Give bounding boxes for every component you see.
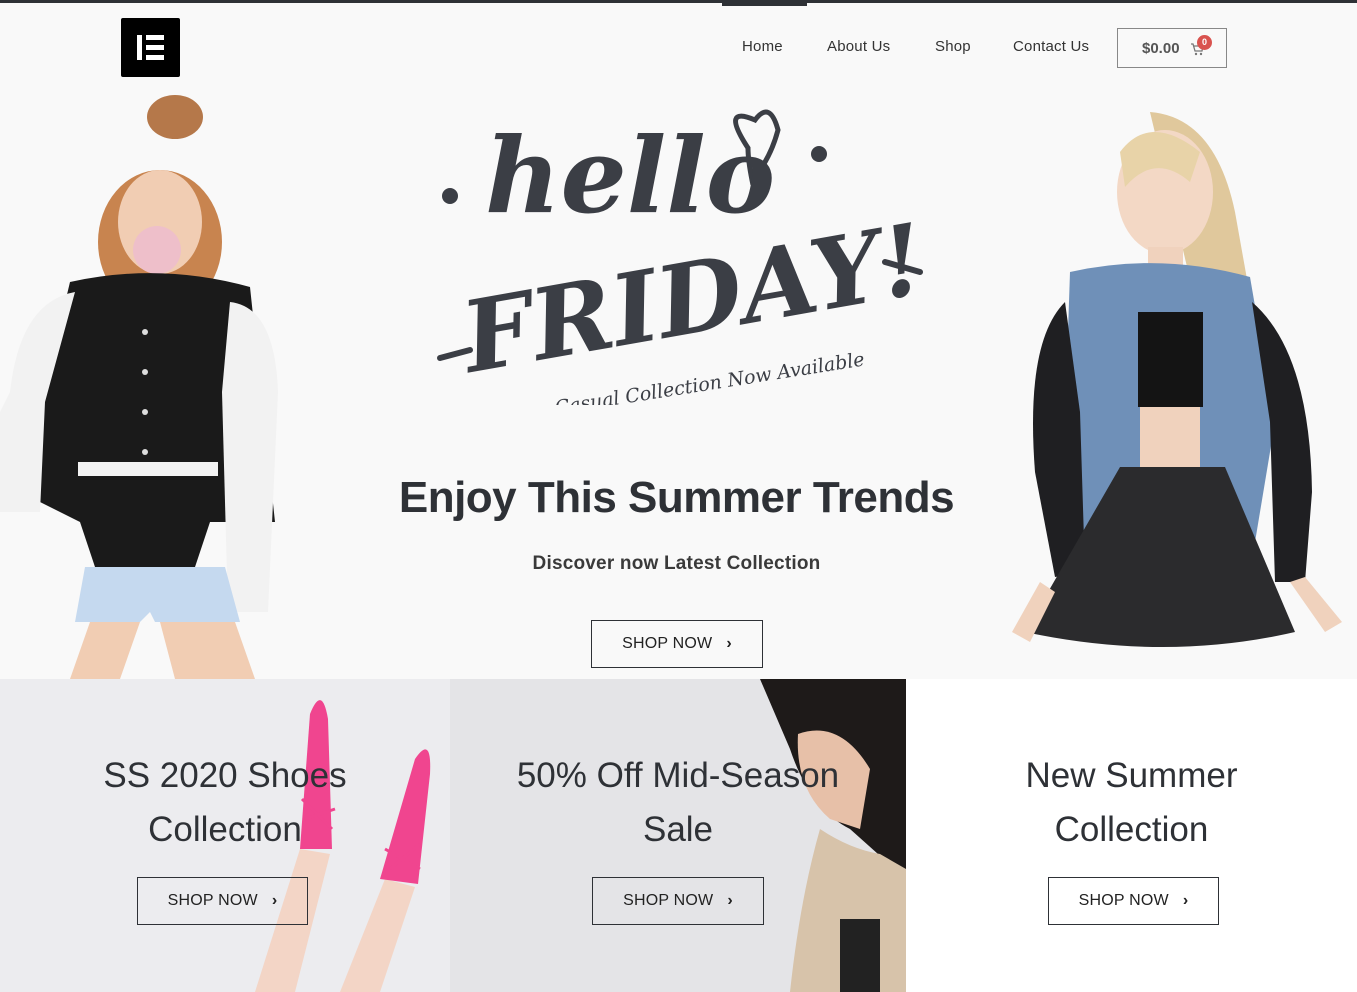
- tile-sale-title-line1: 50% Off Mid-Season: [516, 756, 840, 795]
- hero-shop-now-button[interactable]: SHOP NOW ›: [591, 620, 763, 668]
- active-nav-indicator: [722, 3, 807, 6]
- chevron-right-icon: ›: [271, 892, 278, 909]
- model-right-image: [1012, 112, 1342, 647]
- nav-contact-us[interactable]: Contact Us: [1013, 38, 1089, 55]
- top-border: [0, 0, 1357, 3]
- promo-tile-sale: 50% Off Mid-Season Sale SHOP NOW ›: [450, 679, 906, 992]
- chevron-right-icon: ›: [726, 635, 732, 652]
- tile-sale-shop-now-label: SHOP NOW: [623, 892, 714, 909]
- model-left-image: [0, 95, 278, 679]
- cart-amount: $0.00: [1142, 40, 1180, 57]
- tile-summer-shop-now-label: SHOP NOW: [1078, 892, 1169, 909]
- chevron-right-icon: ›: [727, 892, 733, 909]
- nav-about-us[interactable]: About Us: [827, 38, 890, 55]
- hero-subtitle: Discover now Latest Collection: [532, 553, 821, 574]
- hello-friday-script: hello FRIDAY! Casual Collection Now Avai…: [437, 109, 930, 405]
- tile-shoes-shop-now-button[interactable]: SHOP NOW ›: [137, 877, 308, 925]
- hero-title: Enjoy This Summer Trends: [398, 473, 955, 522]
- tile-sale-shop-now-button[interactable]: SHOP NOW ›: [592, 877, 764, 925]
- script-hello: hello: [485, 114, 775, 237]
- promo-tile-summer: New Summer Collection SHOP NOW ›: [906, 679, 1357, 992]
- chevron-right-icon: ›: [1182, 892, 1189, 909]
- promo-tile-shoes: SS 2020 Shoes Collection SHOP NOW ›: [0, 679, 450, 992]
- tile-summer-shop-now-button[interactable]: SHOP NOW ›: [1048, 877, 1219, 925]
- site-logo[interactable]: [121, 18, 180, 77]
- nav-shop[interactable]: Shop: [935, 38, 971, 55]
- tile-shoes-shop-now-label: SHOP NOW: [167, 892, 258, 909]
- cart-button[interactable]: $0.00 0: [1117, 28, 1227, 68]
- nav-home[interactable]: Home: [742, 38, 783, 55]
- hero-shop-now-label: SHOP NOW: [622, 635, 713, 652]
- tile-summer-title-line1: New Summer: [1025, 756, 1238, 795]
- tile-sale-title-line2: Sale: [642, 810, 714, 849]
- tile-shoes-title-line2: Collection: [148, 810, 302, 849]
- tile-summer-title-line2: Collection: [1054, 810, 1209, 849]
- tile-shoes-title-line1: SS 2020 Shoes: [103, 756, 347, 795]
- cart-count-badge: 0: [1197, 35, 1212, 50]
